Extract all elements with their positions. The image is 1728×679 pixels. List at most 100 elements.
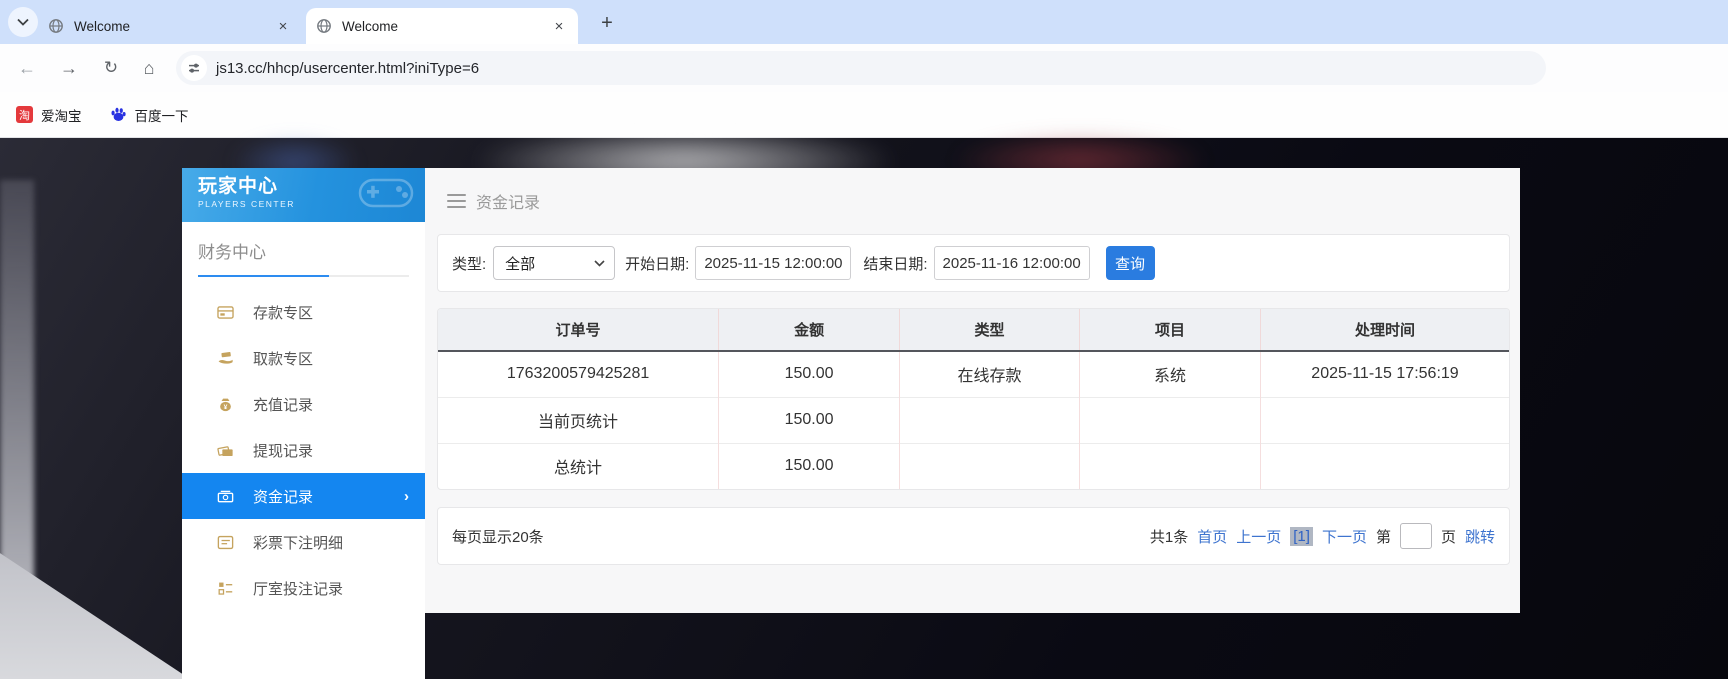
column-header-type: 类型 bbox=[899, 309, 1080, 352]
prev-page-link[interactable]: 上一页 bbox=[1236, 526, 1281, 547]
cell-item: 系统 bbox=[1079, 351, 1261, 397]
cell-order: 当前页统计 bbox=[438, 396, 719, 443]
background-shape bbox=[0, 180, 34, 610]
tab-welcome-2[interactable]: Welcome × bbox=[306, 8, 578, 44]
next-page-link[interactable]: 下一页 bbox=[1322, 526, 1367, 547]
column-header-time: 处理时间 bbox=[1259, 309, 1509, 352]
site-settings-chip[interactable] bbox=[181, 55, 207, 81]
page-size-label: 每页显示20条 bbox=[452, 528, 544, 546]
pagination-bar: 每页显示20条 共1条 首页 上一页 [1] 下一页 第 页 跳转 bbox=[437, 507, 1510, 565]
back-icon[interactable]: ← bbox=[14, 55, 40, 81]
cell-type bbox=[899, 442, 1080, 489]
column-header-amount: 金额 bbox=[718, 309, 900, 352]
new-tab-button[interactable]: + bbox=[594, 10, 620, 36]
sidebar-header: 玩家中心 PLAYERS CENTER bbox=[182, 168, 425, 222]
chevron-down-icon bbox=[17, 18, 29, 26]
money-bag-icon: ¥ bbox=[220, 398, 231, 411]
total-count: 共1条 bbox=[1149, 528, 1189, 546]
type-select-value: 全部 bbox=[505, 255, 536, 273]
banknote-icon bbox=[217, 490, 234, 502]
close-icon[interactable]: × bbox=[550, 17, 568, 35]
bookmark-taobao[interactable]: 淘 爱淘宝 bbox=[16, 105, 82, 125]
address-bar[interactable]: js13.cc/hhcp/usercenter.html?iniType=6 bbox=[176, 51, 1546, 85]
cell-item bbox=[1079, 442, 1261, 489]
table-row-page-total: 当前页统计 150.00 bbox=[438, 396, 1509, 443]
sidebar-item-label: 充值记录 bbox=[253, 396, 314, 414]
cell-item bbox=[1079, 396, 1261, 443]
browser-toolbar: ← → ↻ ⌂ js13.cc/hhcp/usercenter.html?ini… bbox=[0, 44, 1728, 92]
table-row-grand-total: 总统计 150.00 bbox=[438, 442, 1509, 489]
taobao-icon: 淘 bbox=[16, 106, 33, 123]
divider-accent bbox=[198, 275, 329, 277]
forward-icon[interactable]: → bbox=[56, 55, 82, 81]
baidu-paw-icon bbox=[110, 107, 126, 121]
table-header-row: 订单号 金额 类型 项目 处理时间 bbox=[438, 309, 1509, 352]
sidebar-item-label: 资金记录 bbox=[253, 488, 314, 506]
cell-type bbox=[899, 396, 1080, 443]
deposit-icon bbox=[217, 305, 234, 319]
sidebar-item-lottery-bet-details[interactable]: 彩票下注明细 bbox=[182, 519, 425, 565]
filter-bar: 类型: 全部 开始日期: 结束日期: 查询 bbox=[437, 234, 1510, 292]
funds-table-card: 订单号 金额 类型 项目 处理时间 1763200579425281 150.0… bbox=[437, 308, 1510, 490]
pager: 共1条 首页 上一页 [1] 下一页 第 页 跳转 bbox=[1150, 523, 1495, 549]
funds-table: 订单号 金额 类型 项目 处理时间 1763200579425281 150.0… bbox=[438, 309, 1509, 489]
cell-time: 2025-11-15 17:56:19 bbox=[1259, 351, 1509, 397]
tab-strip: Welcome × Welcome × + bbox=[0, 0, 1728, 44]
detailed-list-icon bbox=[218, 582, 233, 595]
cell-time bbox=[1259, 442, 1509, 489]
tab-welcome-1[interactable]: Welcome × bbox=[38, 8, 302, 44]
first-page-link[interactable]: 首页 bbox=[1197, 526, 1227, 547]
sidebar-item-withdraw-zone[interactable]: 取款专区 bbox=[182, 335, 425, 381]
table-row: 1763200579425281 150.00 在线存款 系统 2025-11-… bbox=[438, 351, 1509, 397]
end-date-input[interactable] bbox=[933, 246, 1090, 280]
sidebar-item-label: 彩票下注明细 bbox=[253, 534, 344, 552]
jump-link[interactable]: 跳转 bbox=[1465, 526, 1495, 547]
sidebar-item-label: 存款专区 bbox=[253, 304, 314, 322]
type-select[interactable]: 全部 bbox=[493, 246, 616, 280]
globe-icon bbox=[317, 19, 331, 33]
sidebar-item-recharge-record[interactable]: ¥ 充值记录 bbox=[182, 381, 425, 427]
start-date-label: 开始日期: bbox=[625, 255, 690, 273]
sidebar-item-funds-record[interactable]: 资金记录 › bbox=[182, 473, 425, 519]
end-date-label: 结束日期: bbox=[863, 255, 928, 273]
funds-record-panel: 资金记录 类型: 全部 开始日期: 结束日期: 查询 bbox=[425, 168, 1520, 613]
sidebar-section: 财务中心 bbox=[182, 222, 425, 277]
cell-order: 1763200579425281 bbox=[506, 365, 650, 383]
menu-icon bbox=[447, 193, 466, 209]
bookmark-baidu[interactable]: 百度一下 bbox=[110, 105, 189, 125]
cards-icon bbox=[217, 445, 233, 456]
url-text: js13.cc/hhcp/usercenter.html?iniType=6 bbox=[216, 59, 480, 77]
page-number-input[interactable] bbox=[1399, 523, 1432, 549]
sidebar-item-deposit-zone[interactable]: 存款专区 bbox=[182, 289, 425, 335]
cell-amount: 150.00 bbox=[718, 442, 900, 489]
tab-title: Welcome bbox=[342, 18, 399, 34]
sidebar-item-hall-bet-record[interactable]: 厅室投注记录 bbox=[182, 565, 425, 611]
close-icon[interactable]: × bbox=[274, 17, 292, 35]
query-button[interactable]: 查询 bbox=[1105, 246, 1155, 280]
sidebar-item-label: 提现记录 bbox=[253, 442, 314, 460]
screen: Welcome × Welcome × + ← → ↻ ⌂ js13.cc/hh… bbox=[0, 0, 1728, 679]
start-date-input[interactable] bbox=[695, 246, 852, 280]
svg-text:¥: ¥ bbox=[224, 403, 228, 410]
home-icon[interactable]: ⌂ bbox=[136, 55, 162, 81]
divider bbox=[198, 275, 409, 277]
tab-title: Welcome bbox=[74, 18, 131, 34]
tab-search-button[interactable] bbox=[8, 7, 38, 37]
withdraw-icon bbox=[218, 351, 233, 364]
cell-time bbox=[1259, 396, 1509, 443]
cell-type: 在线存款 bbox=[899, 351, 1080, 397]
sidebar-menu: 存款专区 取款专区 ¥ 充值记录 提现记录 资金记录 › 彩票下注明细 厅室投注… bbox=[182, 289, 425, 611]
globe-icon bbox=[49, 19, 63, 33]
tune-icon bbox=[189, 63, 199, 73]
sidebar-item-label: 取款专区 bbox=[253, 350, 314, 368]
list-card-icon bbox=[217, 535, 234, 549]
reload-icon[interactable]: ↻ bbox=[98, 55, 124, 81]
column-header-order: 订单号 bbox=[438, 309, 719, 352]
page-title: 资金记录 bbox=[476, 195, 541, 212]
jump-suffix-label: 页 bbox=[1440, 528, 1456, 546]
sidebar-item-withdrawal-record[interactable]: 提现记录 bbox=[182, 427, 425, 473]
cell-order: 总统计 bbox=[438, 442, 719, 489]
type-label: 类型: bbox=[452, 255, 487, 273]
bookmark-label: 百度一下 bbox=[134, 108, 189, 124]
panel-title-row: 资金记录 bbox=[425, 168, 1520, 234]
